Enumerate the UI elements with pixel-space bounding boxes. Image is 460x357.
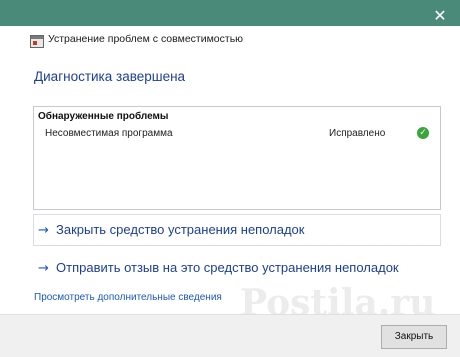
troubleshooter-app-icon xyxy=(30,35,44,48)
window-title-row: Устранение проблем с совместимостью xyxy=(0,26,460,56)
problems-panel: Обнаруженные проблемы Несовместимая прог… xyxy=(33,106,441,210)
send-feedback-label: Отправить отзыв на это средство устранен… xyxy=(56,260,399,275)
close-window-icon[interactable]: ✕ xyxy=(432,8,448,24)
problems-header: Обнаруженные проблемы xyxy=(38,111,169,122)
arrow-right-icon: → xyxy=(38,261,49,276)
footer-bar: Закрыть xyxy=(0,314,460,357)
check-icon: ✓ xyxy=(417,127,429,139)
arrow-right-icon: → xyxy=(38,223,49,238)
window-title: Устранение проблем с совместимостью xyxy=(48,33,244,45)
page-heading: Диагностика завершена xyxy=(34,69,186,84)
close-button[interactable]: Закрыть xyxy=(381,325,447,349)
problem-item-name: Несовместимая программа xyxy=(45,128,173,139)
send-feedback-link[interactable]: → Отправить отзыв на это средство устране… xyxy=(38,260,399,276)
view-more-details-link[interactable]: Просмотреть дополнительные сведения xyxy=(34,292,222,303)
close-troubleshooter-link[interactable]: → Закрыть средство устранения неполадок xyxy=(38,222,304,238)
troubleshooter-window: ✕ Устранение проблем с совместимостью Ди… xyxy=(0,0,460,357)
close-troubleshooter-label: Закрыть средство устранения неполадок xyxy=(56,222,305,237)
problem-item-status: Исправлено xyxy=(329,128,386,139)
